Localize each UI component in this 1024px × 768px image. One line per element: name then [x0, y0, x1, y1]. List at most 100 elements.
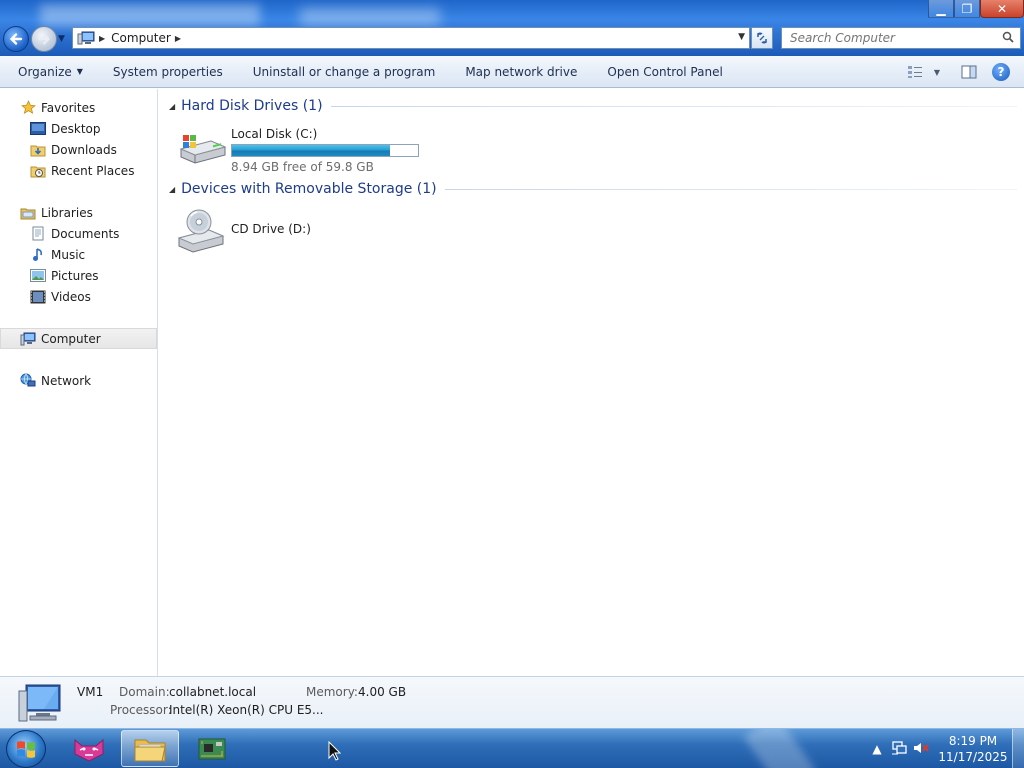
sidebar-item-documents[interactable]: Documents	[0, 223, 157, 244]
change-view-button[interactable]	[900, 60, 930, 84]
system-tray: ▲ 8:19 PM 11/17/2025	[866, 729, 1024, 768]
sidebar-item-recent-places[interactable]: Recent Places	[0, 160, 157, 181]
folder-icon	[134, 739, 166, 761]
taskbar-app-system[interactable]	[183, 730, 241, 767]
computer-name: VM1	[77, 685, 104, 699]
view-controls: ▼ ?	[900, 56, 1024, 88]
maximize-button[interactable]: ❐	[954, 0, 980, 18]
breadcrumb-computer[interactable]: Computer	[111, 31, 171, 45]
recent-places-icon	[30, 164, 46, 178]
preview-pane-button[interactable]	[954, 60, 984, 84]
taskbar-app-paint[interactable]	[60, 730, 118, 767]
drive-cd-d[interactable]: CD Drive (D:)	[177, 208, 311, 254]
recent-pages-dropdown[interactable]: ▼	[58, 34, 65, 44]
group-divider	[330, 105, 1017, 107]
sidebar-item-label: Music	[51, 247, 86, 262]
map-network-drive-button[interactable]: Map network drive	[450, 60, 592, 84]
sidebar-item-network[interactable]: Network	[0, 370, 157, 391]
processor-label: Processor:	[110, 703, 172, 717]
title-glass-glow	[40, 4, 260, 26]
network-tray-icon[interactable]	[888, 740, 910, 758]
documents-icon	[30, 226, 46, 241]
sidebar-network-label: Network	[41, 373, 92, 388]
computer-icon	[20, 332, 36, 346]
sidebar-item-label: Desktop	[51, 121, 101, 136]
cd-drive-icon	[177, 208, 227, 254]
forward-button[interactable]	[31, 26, 57, 52]
start-button[interactable]	[6, 730, 46, 768]
computer-icon	[77, 31, 95, 45]
domain-label: Domain:	[119, 685, 170, 699]
address-history-dropdown[interactable]: ▼	[738, 32, 745, 42]
sidebar-libraries-label: Libraries	[41, 205, 93, 220]
sidebar-item-label: Documents	[51, 226, 120, 241]
sidebar-item-computer[interactable]: Computer	[0, 328, 157, 349]
view-options-icon	[908, 66, 922, 78]
title-glass-glow-2	[300, 8, 440, 26]
sidebar-favorites[interactable]: Favorites	[0, 97, 157, 118]
volume-muted-icon[interactable]	[910, 741, 932, 758]
group-header-hard-disk-drives[interactable]: ◢ Hard Disk Drives (1)	[169, 98, 1017, 114]
taskbar-clock[interactable]: 8:19 PM 11/17/2025	[938, 733, 1008, 765]
sidebar-item-pictures[interactable]: Pictures	[0, 265, 157, 286]
capacity-bar-fill	[232, 145, 391, 156]
libraries-icon	[20, 206, 36, 220]
clock-time: 8:19 PM	[948, 734, 998, 748]
details-pane: VM1 Domain: collabnet.local Memory: 4.00…	[0, 676, 1024, 728]
search-box[interactable]	[781, 27, 1021, 49]
collapse-triangle-icon[interactable]: ◢	[169, 102, 175, 111]
taskbar-highlight	[743, 729, 817, 768]
clock-date: 11/17/2025	[938, 750, 1008, 764]
view-dropdown-chevron-icon[interactable]: ▼	[930, 60, 944, 84]
group-title: Devices with Removable Storage (1)	[181, 181, 437, 197]
sidebar-item-videos[interactable]: Videos	[0, 286, 157, 307]
refresh-button[interactable]	[751, 27, 773, 49]
organize-menu[interactable]: Organize ▼	[0, 60, 98, 84]
windows-logo-icon	[17, 741, 35, 758]
sidebar-favorites-label: Favorites	[41, 100, 96, 115]
close-button[interactable]: ✕	[980, 0, 1024, 18]
uninstall-program-button[interactable]: Uninstall or change a program	[238, 60, 451, 84]
hard-disk-icon	[177, 125, 227, 171]
open-control-panel-button[interactable]: Open Control Panel	[592, 60, 737, 84]
command-bar: Organize ▼ System properties Uninstall or…	[0, 56, 1024, 88]
address-bar[interactable]: ▶ Computer ▶ ▼	[72, 27, 750, 49]
forward-arrow-icon	[37, 33, 51, 45]
search-input[interactable]	[790, 31, 990, 45]
breadcrumb-separator-icon[interactable]: ▶	[99, 34, 105, 43]
cat-app-icon	[74, 738, 104, 762]
computer-icon	[18, 684, 61, 722]
window-title-bar: ▁ ❐ ✕ ▼ ▶ Computer ▶ ▼	[0, 0, 1024, 56]
collapse-triangle-icon[interactable]: ◢	[169, 185, 175, 194]
taskbar-app-explorer[interactable]	[121, 730, 179, 767]
sidebar-libraries[interactable]: Libraries	[0, 202, 157, 223]
domain-value: collabnet.local	[169, 685, 257, 699]
back-button[interactable]	[3, 26, 29, 52]
star-icon	[20, 100, 36, 115]
group-title: Hard Disk Drives (1)	[181, 98, 323, 114]
mouse-pointer-icon	[328, 741, 342, 761]
refresh-icon	[757, 32, 767, 44]
system-properties-button[interactable]: System properties	[98, 60, 238, 84]
minimize-button[interactable]: ▁	[928, 0, 954, 18]
show-desktop-button[interactable]	[1012, 729, 1024, 768]
navigation-pane: Favorites Desktop Downloads Recent Place…	[0, 89, 158, 676]
organize-caret-icon: ▼	[76, 67, 83, 76]
show-hidden-icons-icon[interactable]: ▲	[866, 742, 888, 756]
music-icon	[30, 248, 46, 262]
sidebar-item-label: Downloads	[51, 142, 117, 157]
videos-icon	[30, 290, 46, 304]
sidebar-item-music[interactable]: Music	[0, 244, 157, 265]
downloads-folder-icon	[30, 143, 46, 157]
help-icon[interactable]: ?	[992, 63, 1010, 81]
drive-local-disk-c[interactable]: Local Disk (C:) 8.94 GB free of 59.8 GB	[177, 125, 419, 174]
search-icon[interactable]	[1002, 31, 1014, 46]
memory-value: 4.00 GB	[358, 685, 407, 699]
processor-value: Intel(R) Xeon(R) CPU E5...	[169, 703, 324, 717]
pictures-icon	[30, 269, 46, 283]
drive-name: Local Disk (C:)	[231, 127, 318, 141]
sidebar-item-desktop[interactable]: Desktop	[0, 118, 157, 139]
sidebar-item-downloads[interactable]: Downloads	[0, 139, 157, 160]
breadcrumb-chevron-icon[interactable]: ▶	[175, 34, 181, 43]
group-header-removable-storage[interactable]: ◢ Devices with Removable Storage (1)	[169, 181, 1017, 197]
